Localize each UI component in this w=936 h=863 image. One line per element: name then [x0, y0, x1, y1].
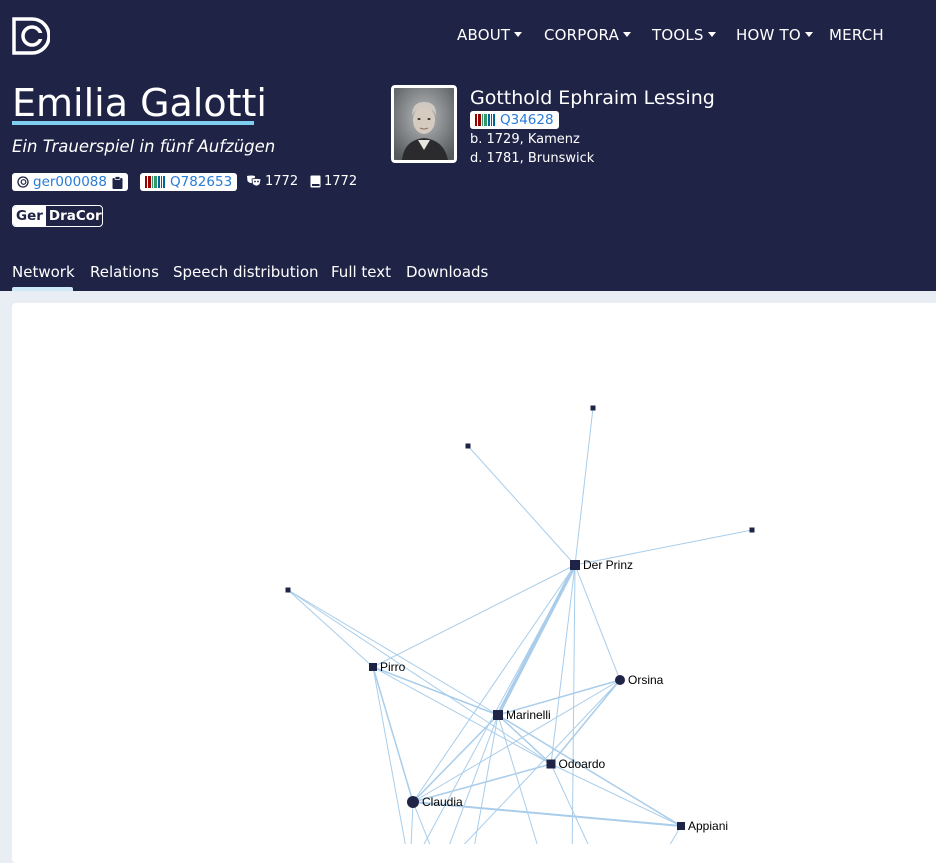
graph-edge	[412, 714, 499, 803]
graph-node-minor[interactable]	[749, 527, 755, 533]
graph-node-marinelli[interactable]	[493, 710, 503, 720]
graph-edge	[372, 666, 499, 716]
graph-edge	[449, 714, 499, 844]
graph-node-label-marinelli: Marinelli	[506, 708, 551, 722]
graph-node-label-appiani: Appiani	[688, 819, 728, 833]
graph-edge	[287, 589, 552, 765]
graph-edge	[574, 407, 594, 566]
graph-edge	[497, 714, 538, 844]
graph-edge	[287, 589, 499, 716]
graph-nodes[interactable]: Der Prinz Pirro Orsina Marinelli Odoardo Clau…	[285, 405, 755, 834]
graph-node-label-odoardo: Odoardo	[559, 757, 606, 771]
graph-node-orsina[interactable]	[615, 675, 625, 685]
graph-edge	[410, 801, 414, 844]
graph-node-label-pirro: Pirro	[380, 660, 406, 674]
graph-edge	[412, 679, 621, 803]
graph-node-der-prinz[interactable]	[570, 560, 580, 570]
graph-edge	[550, 679, 621, 765]
graph-node-odoardo[interactable]	[546, 759, 556, 769]
graph-node-label-orsina: Orsina	[628, 673, 664, 687]
network-graph[interactable]: Der Prinz Pirro Orsina Marinelli Odoardo Clau…	[0, 0, 936, 844]
graph-edge	[372, 666, 414, 803]
graph-edge	[467, 445, 576, 566]
graph-node-minor[interactable]	[285, 587, 291, 593]
graph-edges	[287, 407, 753, 844]
graph-node-pirro[interactable]	[369, 663, 377, 671]
graph-edge	[287, 589, 374, 668]
graph-edge	[571, 564, 576, 844]
graph-node-label-der-prinz: Der Prinz	[583, 558, 633, 572]
graph-node-label-claudia: Claudia	[422, 795, 463, 809]
graph-node-claudia[interactable]	[407, 796, 419, 808]
graph-node-minor[interactable]	[465, 443, 471, 449]
graph-edge	[496, 564, 577, 716]
graph-node-appiani[interactable]	[677, 822, 685, 830]
graph-edge	[574, 564, 621, 681]
graph-edge	[372, 666, 406, 844]
graph-node-minor[interactable]	[590, 405, 596, 411]
graph-edge	[372, 564, 576, 668]
